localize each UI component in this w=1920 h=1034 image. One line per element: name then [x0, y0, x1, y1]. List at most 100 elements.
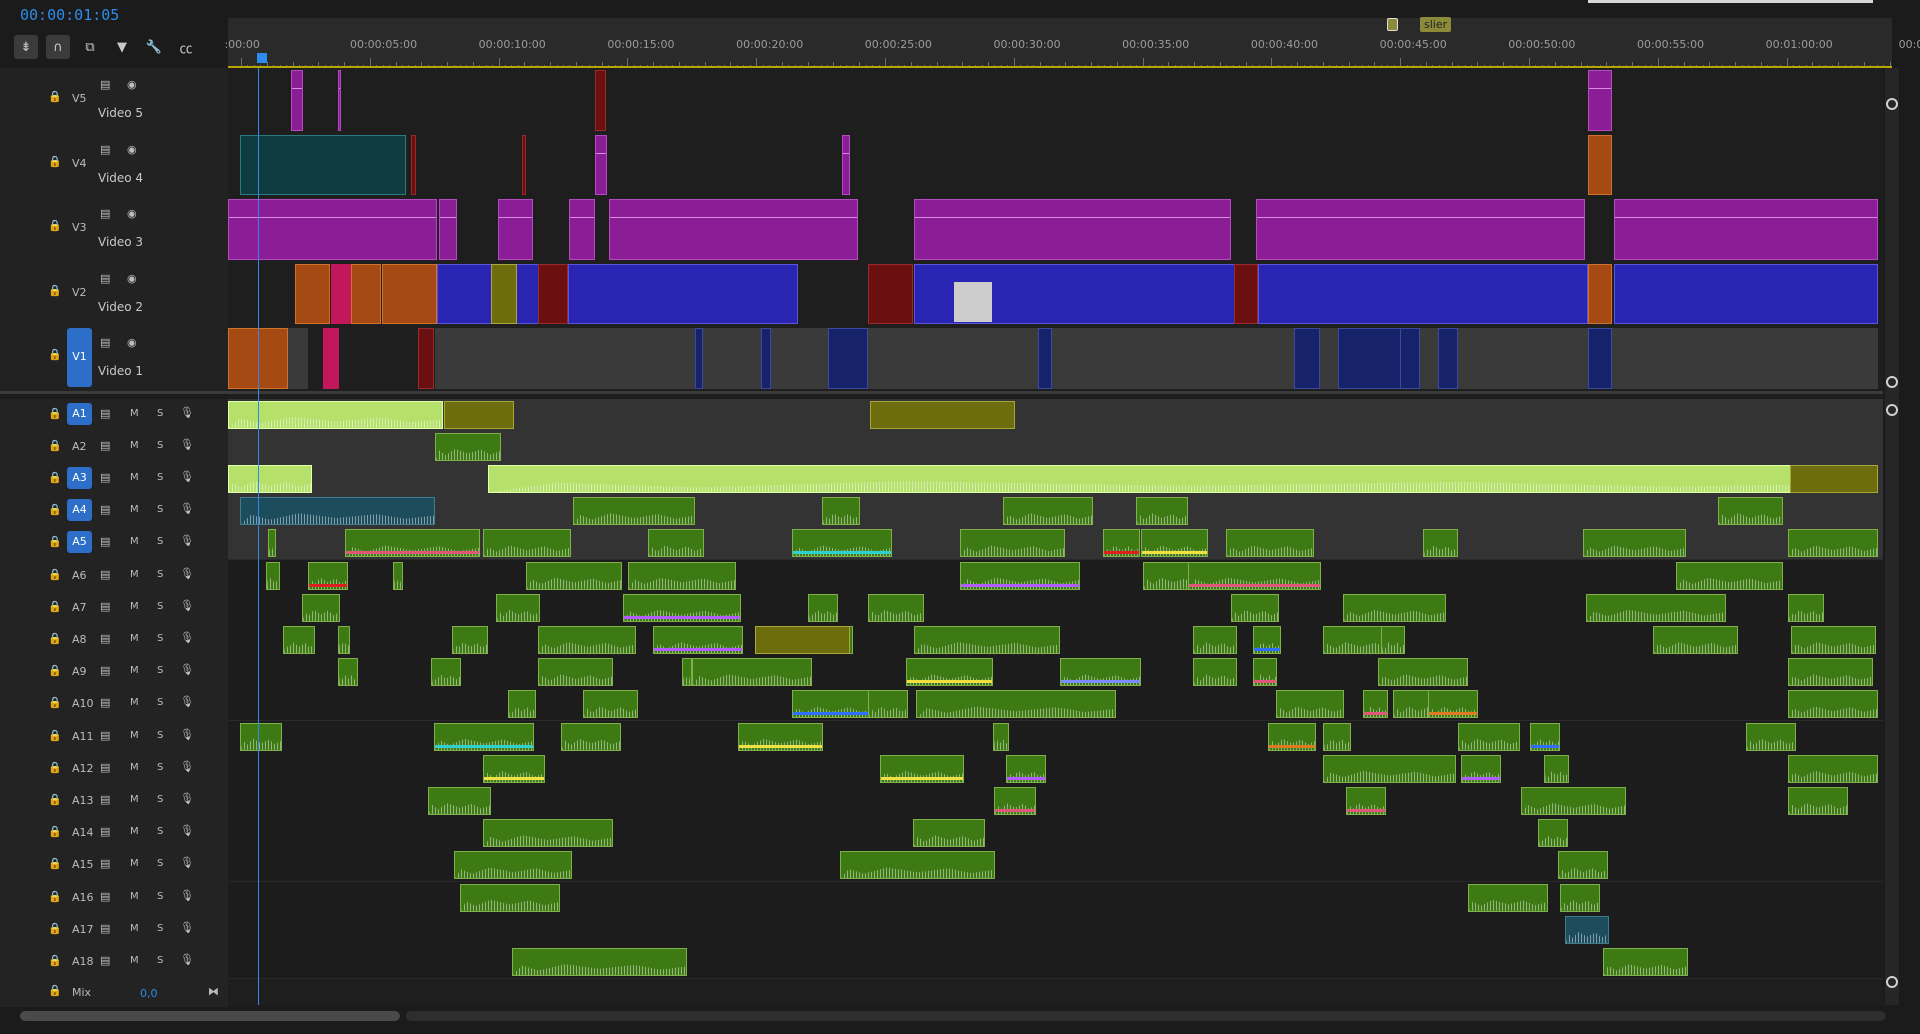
- track-lock-icon[interactable]: 🔒: [48, 90, 62, 103]
- audio-clip[interactable]: [1544, 754, 1569, 783]
- audio-clip[interactable]: [1653, 625, 1738, 655]
- audio-clip[interactable]: [822, 497, 860, 526]
- v2-clip[interactable]: [351, 263, 381, 324]
- voice-over-record-icon[interactable]: 🎙: [180, 953, 194, 966]
- audio-clip[interactable]: [496, 593, 540, 622]
- toggle-sync-lock-icon[interactable]: ▤: [100, 600, 110, 613]
- v2-clip[interactable]: [295, 263, 330, 324]
- playhead-line[interactable]: [258, 68, 259, 1005]
- audio-clip[interactable]: [1103, 529, 1140, 558]
- audio-clip[interactable]: [283, 625, 315, 655]
- toggle-sync-lock-icon[interactable]: ▤: [100, 922, 110, 935]
- mute-button[interactable]: M: [130, 794, 139, 805]
- audio-clip[interactable]: [240, 722, 282, 751]
- audio-clip[interactable]: [1530, 722, 1560, 751]
- solo-button[interactable]: S: [157, 504, 163, 515]
- toggle-sync-lock-icon[interactable]: ▤: [100, 954, 110, 967]
- audio-clip[interactable]: [526, 561, 622, 590]
- wrench-settings-icon[interactable]: 🔧: [142, 35, 166, 59]
- mute-button[interactable]: M: [130, 472, 139, 483]
- mute-button[interactable]: M: [130, 665, 139, 676]
- v4-clip[interactable]: [411, 134, 416, 195]
- v1-clip[interactable]: [1588, 328, 1612, 389]
- track-lock-icon[interactable]: 🔒: [48, 348, 62, 361]
- toggle-sync-lock-icon[interactable]: ▤: [100, 143, 110, 156]
- audio-clip[interactable]: [993, 722, 1009, 751]
- voice-over-record-icon[interactable]: 🎙: [180, 856, 194, 869]
- audio-clip[interactable]: [870, 400, 1015, 429]
- v5-clip[interactable]: [338, 70, 341, 131]
- v2-clip[interactable]: [1614, 263, 1878, 324]
- audio-clip[interactable]: [868, 593, 924, 622]
- marker-label[interactable]: slier: [1420, 17, 1452, 32]
- toggle-sync-lock-icon[interactable]: ▤: [100, 825, 110, 838]
- audio-clip[interactable]: [1006, 754, 1046, 783]
- audio-clip[interactable]: [345, 529, 480, 558]
- audio-clip[interactable]: [1378, 658, 1468, 687]
- track-lock-icon[interactable]: 🔒: [48, 857, 62, 870]
- toggle-sync-lock-icon[interactable]: ▤: [100, 471, 110, 484]
- audio-clip[interactable]: [1788, 658, 1873, 687]
- audio-clip[interactable]: [1538, 819, 1568, 848]
- track-lock-icon[interactable]: 🔒: [48, 922, 62, 935]
- v1-gap-clip[interactable]: [435, 328, 1878, 389]
- track-lock-icon[interactable]: 🔒: [48, 471, 62, 484]
- v5-clip[interactable]: [1588, 70, 1612, 131]
- voice-over-record-icon[interactable]: 🎙: [180, 663, 194, 676]
- toggle-sync-lock-icon[interactable]: ▤: [100, 535, 110, 548]
- audio-clip[interactable]: [1788, 529, 1878, 558]
- audio-clip[interactable]: [755, 625, 850, 655]
- add-marker-icon[interactable]: ▼: [110, 35, 134, 59]
- track-lock-icon[interactable]: 🔒: [48, 439, 62, 452]
- audio-clip[interactable]: [913, 819, 985, 848]
- v2-title-clip[interactable]: [954, 281, 992, 322]
- audio-clip[interactable]: [1746, 722, 1796, 751]
- adjustment-layer-clip[interactable]: [228, 199, 437, 260]
- audio-clip[interactable]: [1788, 754, 1878, 783]
- audio-clip[interactable]: [454, 851, 572, 880]
- audio-clip[interactable]: [1346, 786, 1386, 816]
- audio-clip[interactable]: [1003, 497, 1093, 526]
- audio-clip[interactable]: [488, 464, 1878, 494]
- audio-clip[interactable]: [1193, 658, 1237, 687]
- track-target-toggle[interactable]: A3: [67, 466, 92, 489]
- v2-clip[interactable]: [1258, 263, 1588, 324]
- toggle-sync-lock-icon[interactable]: ▤: [100, 729, 110, 742]
- v2-clip[interactable]: [1588, 263, 1612, 324]
- audio-clip[interactable]: [1521, 786, 1626, 816]
- mute-button[interactable]: M: [130, 730, 139, 741]
- audio-clip[interactable]: [738, 722, 823, 751]
- toggle-sync-lock-icon[interactable]: ▤: [100, 761, 110, 774]
- toggle-sync-lock-icon[interactable]: ▤: [100, 407, 110, 420]
- v1-clip[interactable]: [761, 328, 771, 389]
- audio-clip[interactable]: [1428, 690, 1478, 719]
- audio-clip[interactable]: [434, 722, 534, 751]
- audio-clip[interactable]: [1791, 625, 1876, 655]
- track-lock-icon[interactable]: 🔒: [48, 568, 62, 581]
- horizontal-scrollbar[interactable]: [14, 1007, 1894, 1023]
- mute-button[interactable]: M: [130, 569, 139, 580]
- audio-clip[interactable]: [452, 625, 488, 655]
- time-ruler[interactable]: :00:00 00:00:05:00 00:00:10:00 00:00:15:00 0…: [224, 18, 1920, 68]
- toggle-sync-lock-icon[interactable]: ▤: [100, 336, 110, 349]
- audio-clip[interactable]: [1788, 690, 1878, 719]
- mute-button[interactable]: M: [130, 697, 139, 708]
- voice-over-record-icon[interactable]: 🎙: [180, 567, 194, 580]
- audio-clip[interactable]: [444, 400, 514, 429]
- audio-clip[interactable]: [228, 400, 443, 429]
- track-lock-icon[interactable]: 🔒: [48, 984, 62, 997]
- audio-clip[interactable]: [648, 529, 704, 558]
- audio-clip[interactable]: [1676, 561, 1783, 590]
- v2-clip[interactable]: [1234, 263, 1258, 324]
- audio-clip[interactable]: [1458, 722, 1520, 751]
- v2-clip[interactable]: [568, 263, 798, 324]
- toggle-track-output-eye-icon[interactable]: ◉: [127, 143, 137, 156]
- v1-clip[interactable]: [1438, 328, 1458, 389]
- v1-clip[interactable]: [695, 328, 703, 389]
- adjustment-layer-clip[interactable]: [439, 199, 457, 260]
- toggle-track-output-eye-icon[interactable]: ◉: [127, 336, 137, 349]
- voice-over-record-icon[interactable]: 🎙: [180, 502, 194, 515]
- track-lock-icon[interactable]: 🔒: [48, 761, 62, 774]
- solo-button[interactable]: S: [157, 408, 163, 419]
- v4-clip[interactable]: [522, 134, 526, 195]
